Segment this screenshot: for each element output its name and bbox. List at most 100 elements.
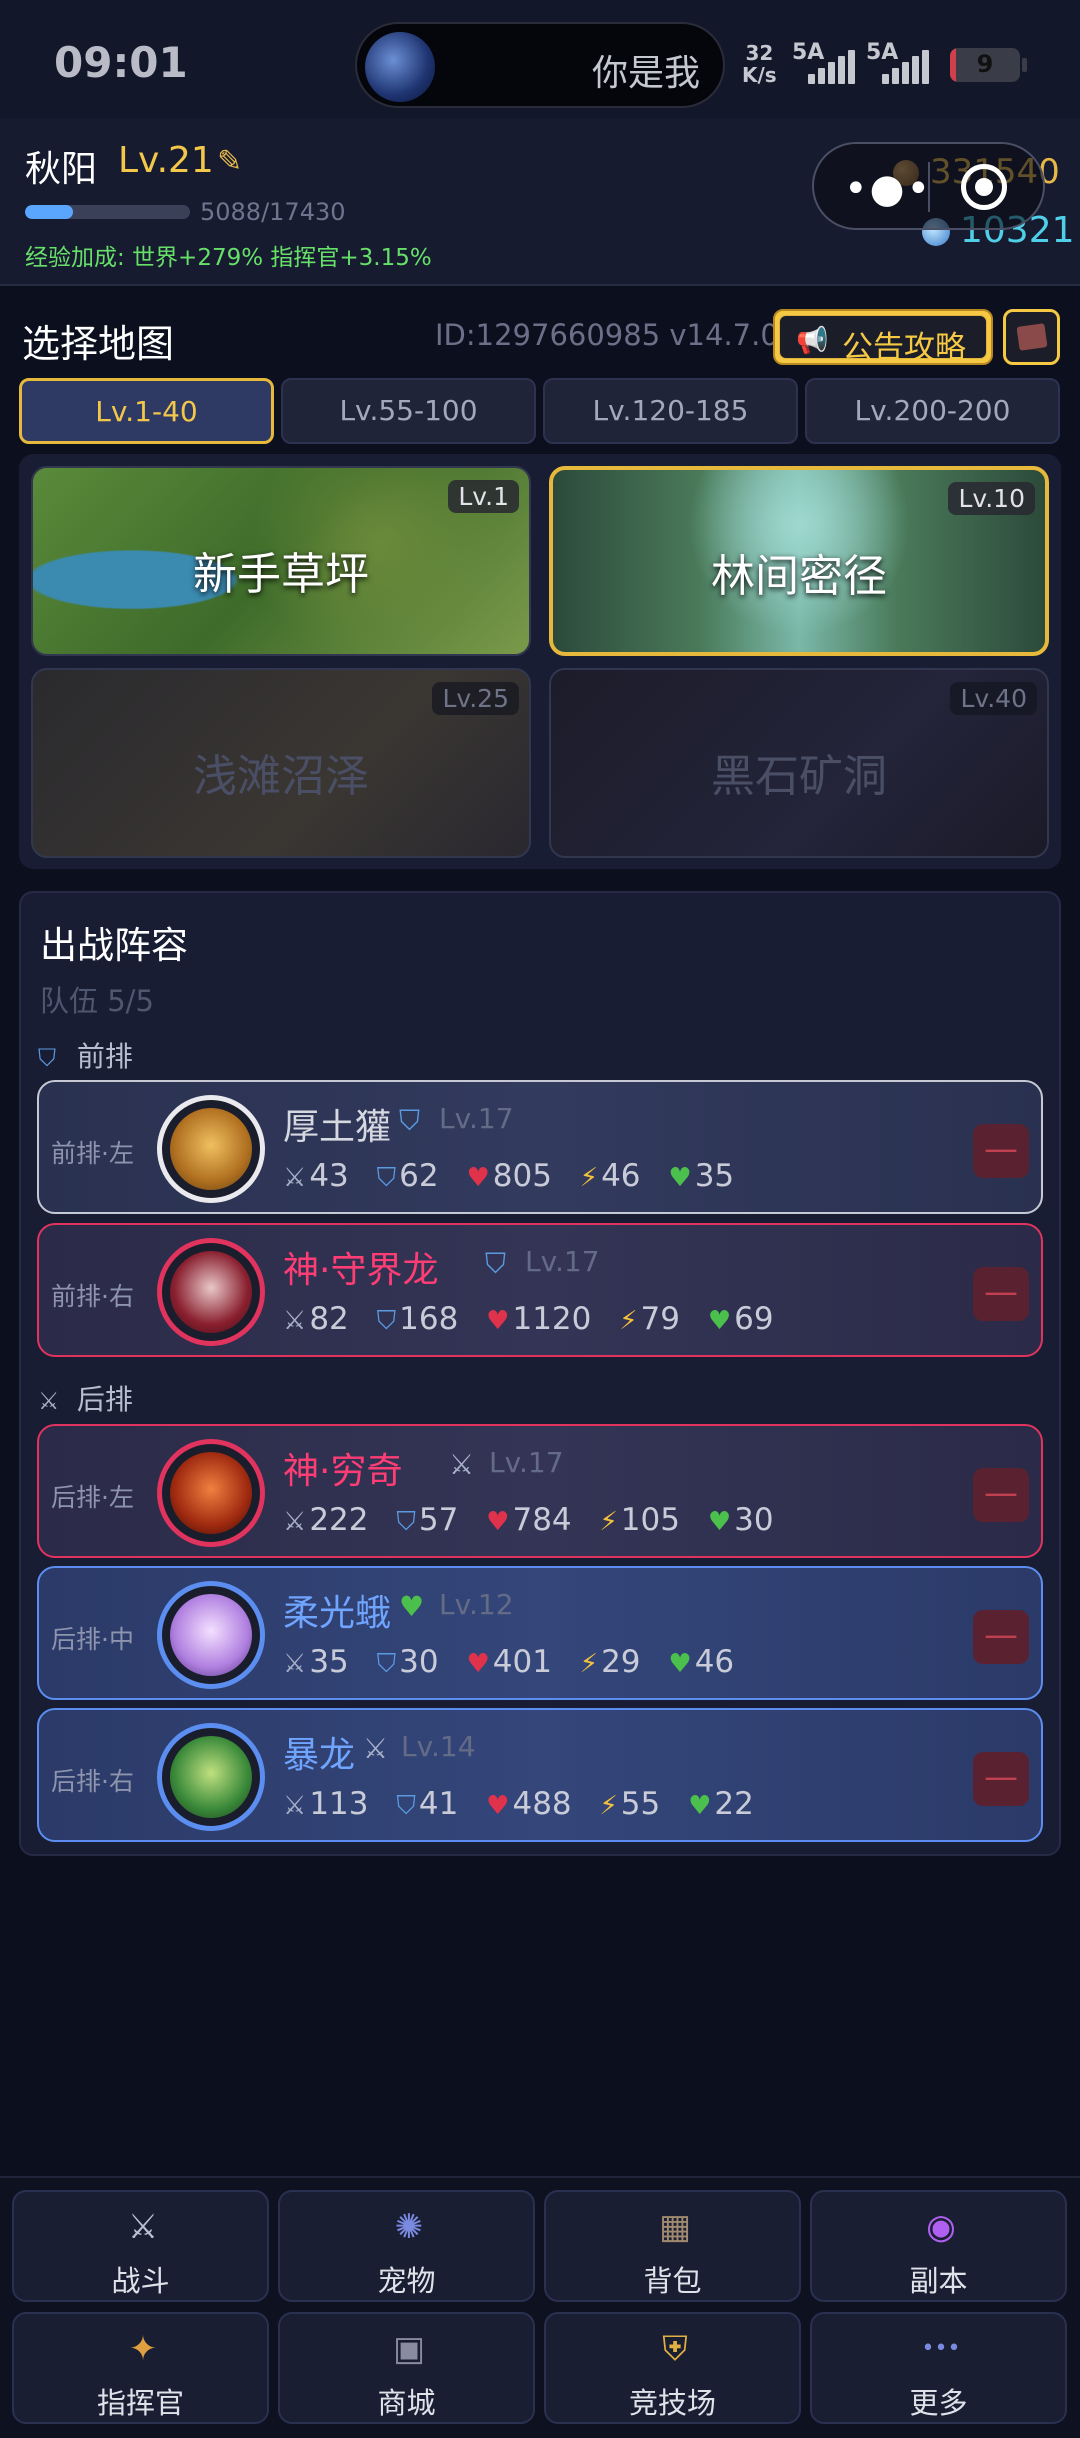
- team-count: 队伍 5/5: [40, 984, 154, 1018]
- stat-hp: 784: [512, 1502, 572, 1538]
- stat-heal: 22: [714, 1786, 754, 1822]
- speed-bolt-icon: ⚡: [579, 1163, 599, 1193]
- defense-icon: ⛉: [376, 1649, 397, 1679]
- nav-label: 商城: [377, 2386, 436, 2420]
- stat-atk: 35: [309, 1644, 349, 1680]
- tab-lv-200-200[interactable]: Lv.200-200: [805, 378, 1060, 444]
- map-name: 黑石矿洞: [711, 751, 887, 802]
- stat-spd: 79: [640, 1301, 680, 1337]
- battle-lineup: 出战阵容 队伍 5/5 ⛉ 前排 前排·左 厚土獾 ⛉ Lv.17 ⚔43 ⛉6…: [19, 891, 1061, 1856]
- nav-pets[interactable]: ✺ 宠物: [278, 2190, 535, 2302]
- close-target-icon[interactable]: [961, 164, 1007, 210]
- more-dots-icon[interactable]: •●•: [844, 166, 932, 212]
- remove-pet-button[interactable]: —: [973, 1124, 1029, 1178]
- front-row-label: 前排: [76, 1040, 133, 1073]
- pet-avatar: [157, 1723, 265, 1831]
- map-card-meadow[interactable]: 新手草坪 Lv.1: [31, 466, 531, 656]
- attack-icon: ⚔: [283, 1791, 307, 1821]
- edit-pencil-icon[interactable]: ✎: [217, 144, 242, 179]
- map-card-forest[interactable]: 林间密径 Lv.10: [549, 466, 1049, 656]
- nav-label: 指挥官: [96, 2386, 184, 2420]
- map-level-badge: Lv.10: [948, 482, 1035, 515]
- stat-def: 62: [399, 1158, 439, 1194]
- speed-bolt-icon: ⚡: [579, 1649, 599, 1679]
- slot-label: 后排·左: [51, 1483, 134, 1512]
- stat-hp: 805: [492, 1158, 552, 1194]
- pet-name: 厚土獾: [283, 1107, 392, 1148]
- arena-shield-icon: ⛨: [662, 2329, 688, 2369]
- slot-label: 前排·右: [51, 1282, 134, 1311]
- stat-spd: 29: [601, 1644, 641, 1680]
- map-level-badge: Lv.25: [432, 682, 519, 715]
- pet-level: Lv.17: [489, 1446, 564, 1479]
- map-card-mine[interactable]: 黑石矿洞 Lv.40: [549, 668, 1049, 858]
- hp-heart-icon: ♥: [486, 1507, 510, 1537]
- pet-stats: ⚔43 ⛉62 ♥805 ⚡46 ♥35: [283, 1158, 752, 1194]
- pet-card-back-left[interactable]: 后排·左 神·穷奇 ⚔ Lv.17 ⚔222 ⛉57 ♥784 ⚡105 ♥30…: [37, 1424, 1043, 1558]
- tab-lv-55-100[interactable]: Lv.55-100: [281, 378, 536, 444]
- trex-portrait-icon: [170, 1736, 252, 1818]
- pet-name: 神·穷奇: [283, 1451, 403, 1492]
- back-row-header: ⚔ 后排: [38, 1378, 133, 1418]
- nav-more[interactable]: ••• 更多: [810, 2312, 1067, 2424]
- nav-battle[interactable]: ⚔ 战斗: [12, 2190, 269, 2302]
- pet-stats: ⚔35 ⛉30 ♥401 ⚡29 ♥46: [283, 1644, 752, 1680]
- hp-heart-icon: ♥: [486, 1791, 510, 1821]
- net-speed: 32 K/s: [742, 41, 777, 87]
- map-card-swamp[interactable]: 浅滩沼泽 Lv.25: [31, 668, 531, 858]
- album-art-icon: [365, 32, 435, 102]
- nav-backpack[interactable]: ▦ 背包: [544, 2190, 801, 2302]
- backpack-icon: ▦: [658, 2207, 692, 2247]
- notice-button-inner: 📢 公告攻略: [779, 315, 987, 366]
- stat-atk: 222: [309, 1502, 369, 1538]
- player-id-version: ID:1297660985 v14.7.0: [435, 318, 779, 352]
- pet-stats: ⚔113 ⛉41 ♥488 ⚡55 ♥22: [283, 1786, 772, 1822]
- map-grid: 新手草坪 Lv.1 林间密径 Lv.10 浅滩沼泽 Lv.25 黑石矿洞 Lv.…: [19, 454, 1061, 869]
- pet-card-front-right[interactable]: 前排·右 神·守界龙 ⛉ Lv.17 ⚔82 ⛉168 ♥1120 ⚡79 ♥6…: [37, 1223, 1043, 1357]
- map-level-badge: Lv.1: [448, 480, 519, 513]
- dynamic-island-media[interactable]: 你是我: [355, 22, 725, 108]
- slot-label: 后排·右: [51, 1767, 134, 1796]
- stat-hp: 1120: [512, 1301, 592, 1337]
- pet-avatar: [157, 1439, 265, 1547]
- shop-chest-icon: ▣: [392, 2329, 426, 2369]
- front-row-header: ⛉ 前排: [38, 1035, 133, 1075]
- pet-avatar: [157, 1095, 265, 1203]
- pet-card-back-middle[interactable]: 后排·中 柔光蛾 ♥ Lv.12 ⚔35 ⛉30 ♥401 ⚡29 ♥46 —: [37, 1566, 1043, 1700]
- heal-heart-icon: ♥: [688, 1791, 712, 1821]
- pet-card-back-right[interactable]: 后排·右 暴龙 ⚔ Lv.14 ⚔113 ⛉41 ♥488 ⚡55 ♥22 —: [37, 1708, 1043, 1842]
- notice-guide-button[interactable]: 📢 公告攻略: [773, 309, 993, 366]
- nav-commander[interactable]: ✦ 指挥官: [12, 2312, 269, 2424]
- defense-icon: ⛉: [376, 1163, 397, 1193]
- nav-shop[interactable]: ▣ 商城: [278, 2312, 535, 2424]
- pet-level: Lv.12: [439, 1588, 514, 1621]
- nav-label: 宠物: [377, 2264, 436, 2298]
- signal-bars-1-icon: [808, 48, 868, 84]
- remove-pet-button[interactable]: —: [973, 1610, 1029, 1664]
- pet-orb-icon: ✺: [394, 2207, 424, 2247]
- heal-heart-icon: ♥: [707, 1306, 732, 1336]
- defense-icon: ⛉: [376, 1306, 397, 1336]
- remove-pet-button[interactable]: —: [973, 1468, 1029, 1522]
- attack-icon: ⚔: [283, 1649, 307, 1679]
- mail-icon: [1016, 323, 1048, 351]
- pet-card-front-left[interactable]: 前排·左 厚土獾 ⛉ Lv.17 ⚔43 ⛉62 ♥805 ⚡46 ♥35 —: [37, 1080, 1043, 1214]
- mail-button[interactable]: [1003, 309, 1060, 365]
- commander-icon: ✦: [128, 2329, 158, 2369]
- stat-spd: 105: [620, 1502, 680, 1538]
- tab-lv-1-40[interactable]: Lv.1-40: [19, 378, 274, 444]
- speed-bolt-icon: ⚡: [599, 1507, 618, 1537]
- pet-name: 柔光蛾: [283, 1593, 392, 1634]
- map-level-badge: Lv.40: [950, 682, 1037, 715]
- remove-pet-button[interactable]: —: [973, 1752, 1029, 1806]
- remove-pet-button[interactable]: —: [973, 1267, 1029, 1321]
- map-name: 新手草坪: [193, 549, 369, 600]
- pet-level: Lv.14: [401, 1730, 476, 1763]
- map-section-title: 选择地图: [22, 322, 175, 366]
- nav-arena[interactable]: ⛨ 竞技场: [544, 2312, 801, 2424]
- stat-spd: 55: [620, 1786, 661, 1822]
- tab-lv-120-185[interactable]: Lv.120-185: [543, 378, 798, 444]
- stat-def: 41: [418, 1786, 459, 1822]
- stat-def: 168: [399, 1301, 459, 1337]
- nav-dungeon[interactable]: ◉ 副本: [810, 2190, 1067, 2302]
